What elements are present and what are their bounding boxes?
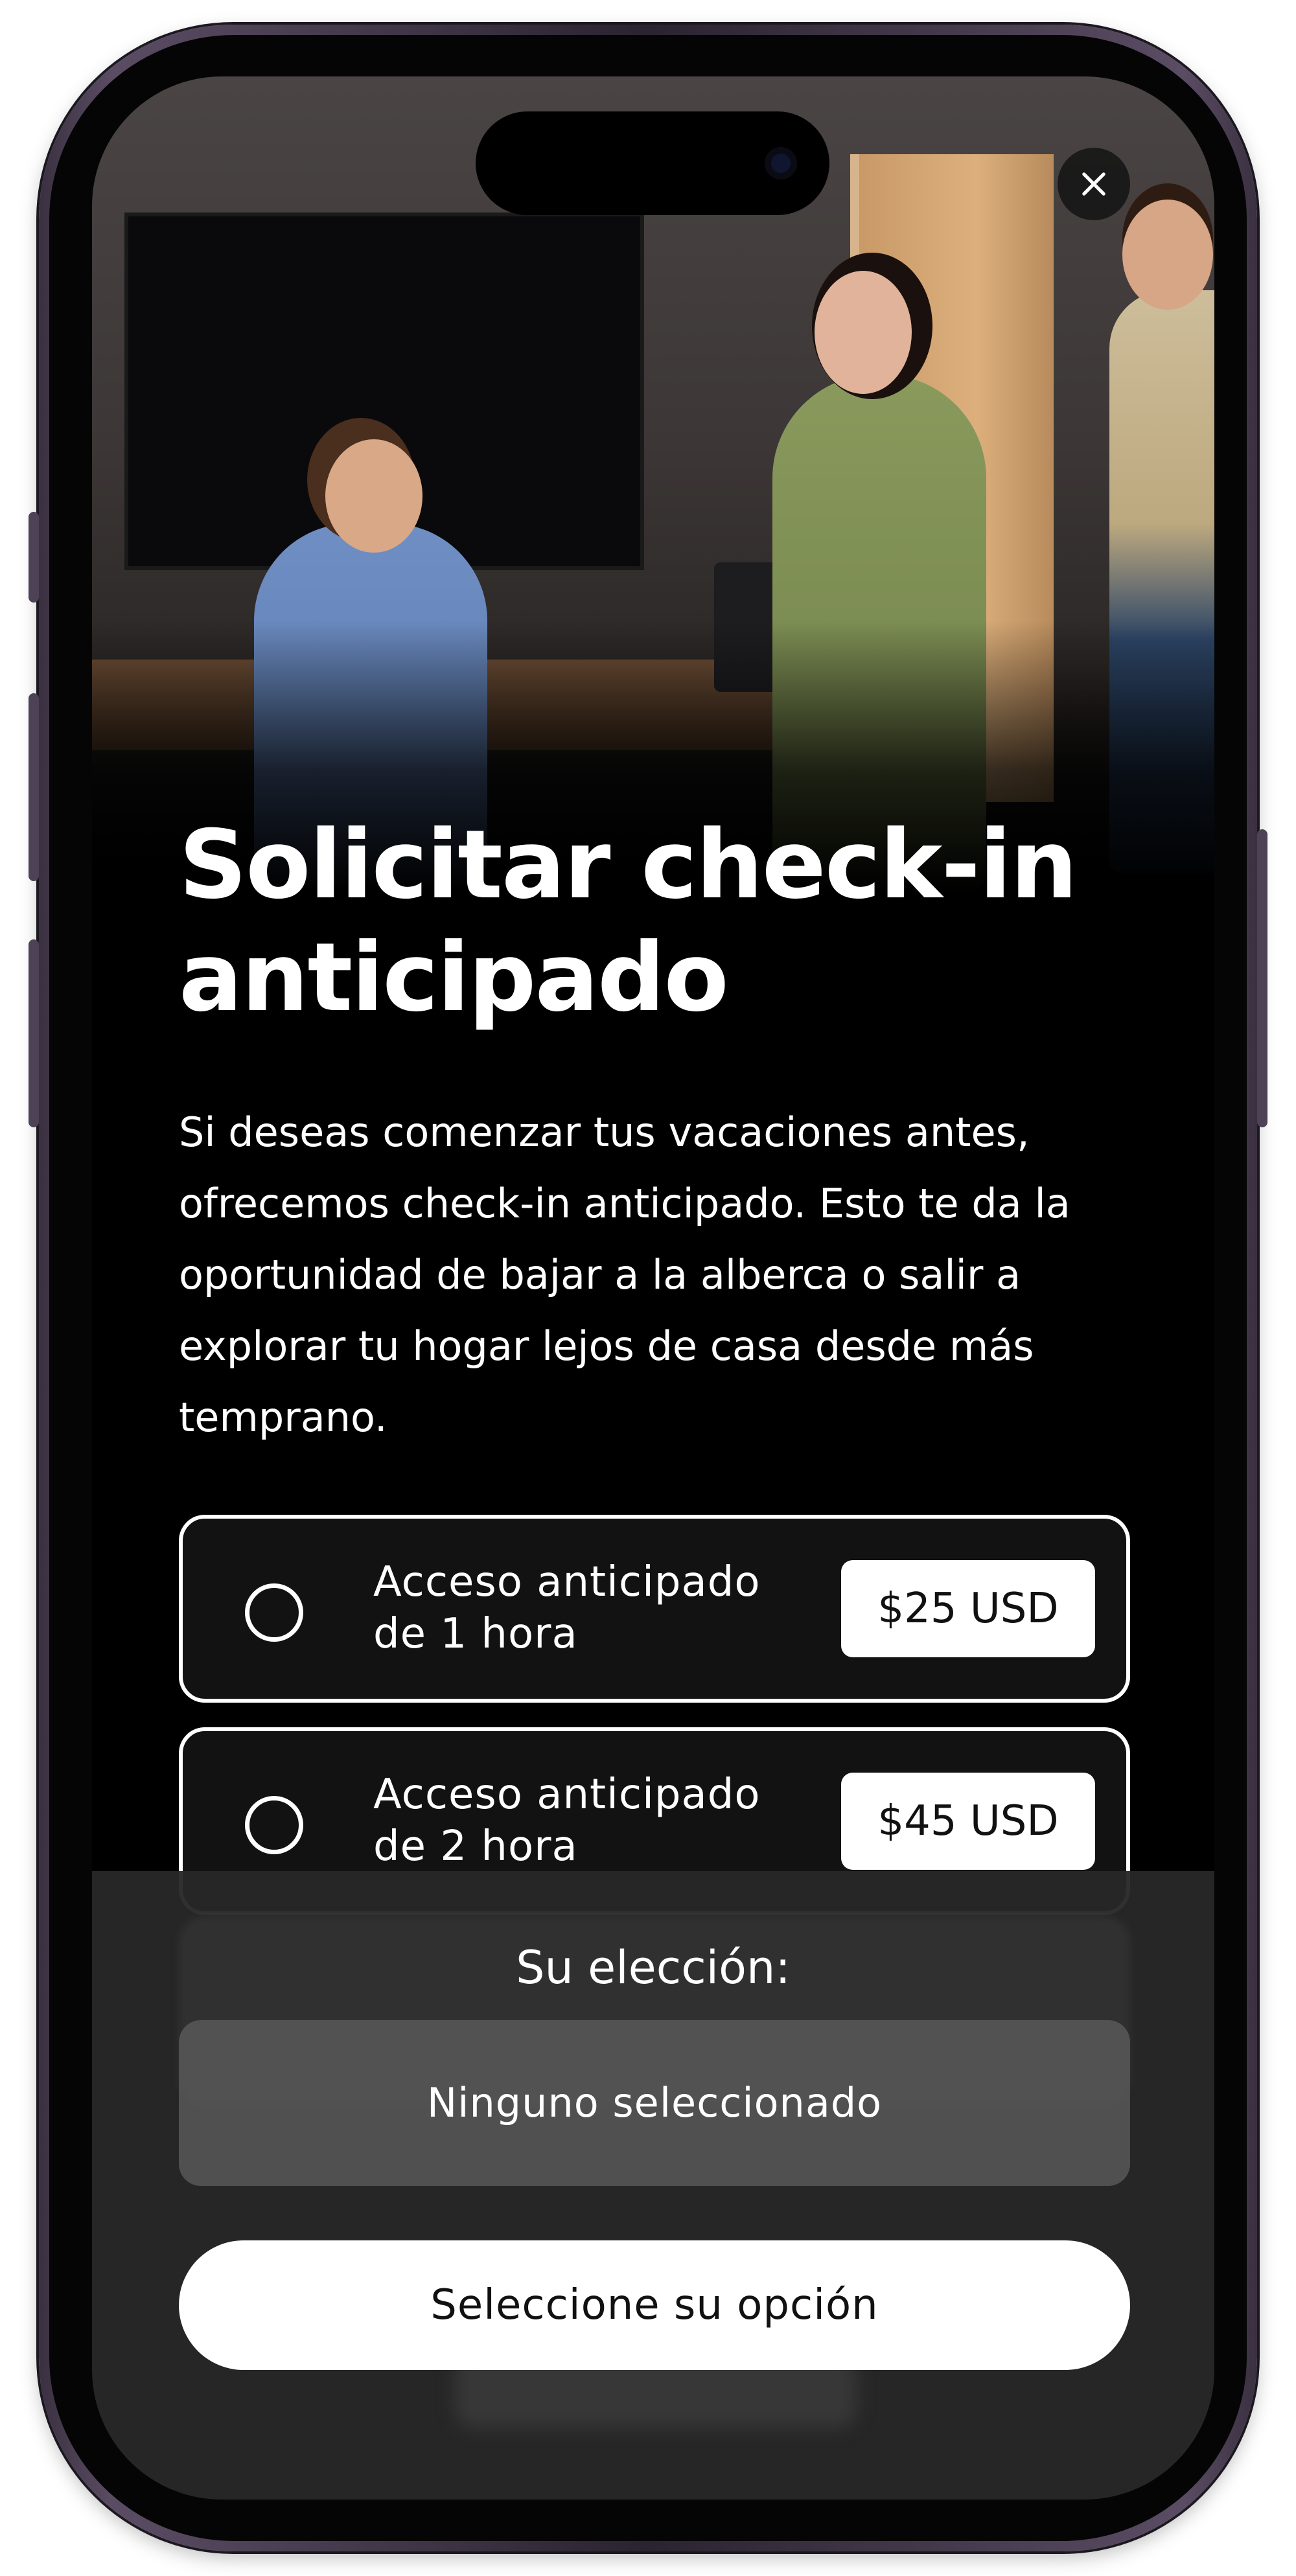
option-label: Acceso anticipado de 2 hora — [373, 1771, 761, 1870]
selection-label: Su elección: — [516, 1941, 791, 1994]
option-card-1-hour[interactable]: Acceso anticipado de 1 hora $25 USD — [179, 1515, 1130, 1703]
phone-power-button — [1257, 829, 1267, 1127]
option-label: Acceso anticipado de 1 hora — [373, 1558, 761, 1658]
phone-volume-down-button — [29, 939, 39, 1127]
phone-volume-up-button — [29, 693, 39, 881]
close-icon — [1082, 172, 1105, 196]
price-badge: $25 USD — [841, 1560, 1095, 1657]
radio-button[interactable] — [245, 1583, 303, 1642]
app-screen: Solicitar check-in anticipado Si deseas … — [92, 76, 1214, 2500]
hero-man-head — [1122, 200, 1213, 310]
close-button[interactable] — [1058, 148, 1130, 220]
radio-button[interactable] — [245, 1796, 303, 1854]
dynamic-island — [476, 111, 829, 215]
hero-girl-head — [325, 439, 422, 553]
selection-value: Ninguno seleccionado — [179, 2020, 1130, 2186]
page-title: Solicitar check-in anticipado — [179, 810, 1078, 1033]
price-badge: $45 USD — [841, 1773, 1095, 1870]
hero-woman-head — [815, 271, 912, 394]
select-option-button[interactable]: Seleccione su opción — [179, 2240, 1130, 2370]
selection-sheet: Su elección: Ninguno seleccionado Selecc… — [92, 1871, 1214, 2500]
camera-icon — [765, 147, 797, 179]
page-description: Si deseas comenzar tus vacaciones antes,… — [179, 1109, 1070, 1441]
phone-action-button — [29, 512, 39, 603]
